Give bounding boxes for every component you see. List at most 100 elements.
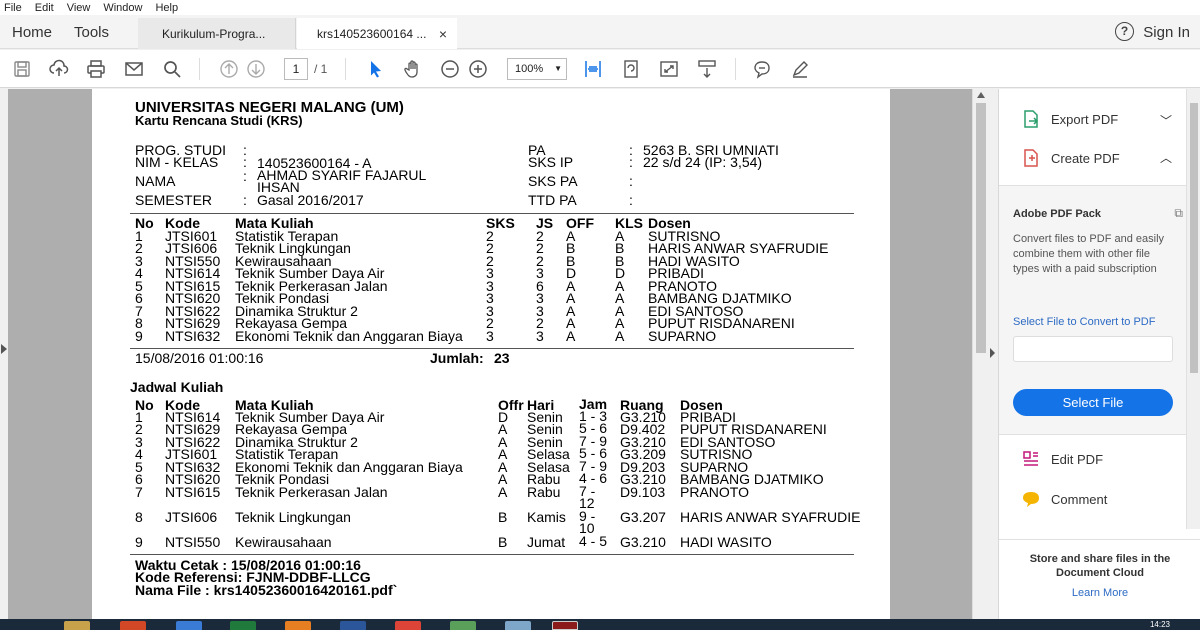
zoom-value: 100% [515,63,544,75]
info-value: Gasal 2016/2017 [257,192,364,208]
document-area: UNIVERSITAS NEGERI MALANG (UM) Kartu Ren… [0,89,988,619]
divider [130,554,854,555]
table-cell: NTSI550 [165,534,221,550]
export-pdf-icon [1024,110,1039,128]
pdf-page: UNIVERSITAS NEGERI MALANG (UM) Kartu Ren… [92,89,890,619]
table-cell: G3.210 [620,534,666,550]
table-cell: G3.207 [620,509,666,525]
right-panel-toggle-icon[interactable] [990,348,995,358]
app-icon[interactable] [176,621,202,630]
divider [130,213,854,214]
acrobat-icon[interactable] [552,621,578,630]
zoom-select[interactable]: 100% ▼ [507,58,567,80]
settings-icon[interactable]: ⧉ [1174,206,1183,221]
info-label: SEMESTER [135,192,213,208]
select-cursor-icon[interactable] [365,58,387,80]
next-page-icon[interactable] [245,58,267,80]
tab-krs[interactable]: krs140523600164 ... × [297,18,457,49]
scroll-thumb[interactable] [976,103,986,353]
fit-width-icon[interactable] [582,58,604,80]
scroll-thumb[interactable] [1190,103,1198,373]
previous-page-icon[interactable] [218,58,240,80]
word-icon[interactable] [340,621,366,630]
zoom-out-icon[interactable] [439,58,461,80]
print-icon[interactable] [85,58,107,80]
left-panel-toggle[interactable] [0,89,8,619]
comment-item[interactable]: Comment [1021,489,1107,509]
chevron-up-icon[interactable]: ︿ [1160,149,1172,166]
table-cell: 8 [135,509,143,525]
menu-file[interactable]: File [4,2,22,14]
pdf-pack-panel: Adobe PDF Pack ⧉ Convert files to PDF an… [999,185,1200,435]
highlight-pen-icon[interactable] [789,58,811,80]
powerpoint-icon[interactable] [120,621,146,630]
menu-window[interactable]: Window [103,2,142,14]
rotate-page-icon[interactable] [620,58,642,80]
export-pdf-item[interactable]: Export PDF [1021,109,1118,129]
table-cell: PRANOTO [680,484,749,500]
chevron-right-icon [1,344,7,354]
table-cell: D9.103 [620,484,666,500]
info-colon: : [629,154,633,170]
excel-icon[interactable] [230,621,256,630]
file-explorer-icon[interactable] [64,621,90,630]
table-cell: Teknik Perkerasan Jalan [235,484,388,500]
scroll-up-icon[interactable] [977,92,985,98]
info-colon: : [243,154,247,170]
table-cell: Kamis [527,509,566,525]
upload-cloud-icon[interactable] [48,58,70,80]
select-file-button[interactable]: Select File [1013,389,1173,416]
menu-bar: File Edit View Window Help [0,0,1200,15]
select-file-link[interactable]: Select File to Convert to PDF [1013,316,1155,328]
vertical-scrollbar[interactable] [972,89,988,619]
clock: 14:23 [1149,620,1170,629]
table-cell: 7 - 12 [579,483,596,511]
browser-icon[interactable] [285,621,311,630]
learn-more-link[interactable]: Learn More [999,587,1200,599]
menu-edit[interactable]: Edit [35,2,54,14]
full-screen-icon[interactable] [658,58,680,80]
chevron-down-icon: ▼ [554,64,562,73]
tab-kurikulum[interactable]: Kurikulum-Progra... [138,18,296,49]
hand-tool-icon[interactable] [402,58,424,80]
jumlah-value: 23 [494,350,510,366]
edit-pdf-icon [1023,451,1038,466]
close-tab-icon[interactable]: × [439,26,447,42]
timestamp: 15/08/2016 01:00:16 [135,350,264,366]
create-pdf-item[interactable]: Create PDF [1021,148,1120,168]
zoom-in-icon[interactable] [467,58,489,80]
info-label: SKS PA [528,173,578,189]
doc-subtitle: Kartu Rencana Studi (KRS) [135,113,303,128]
nav-tools[interactable]: Tools [74,24,109,41]
chevron-down-icon[interactable]: ﹀ [1160,112,1172,129]
menu-view[interactable]: View [67,2,91,14]
scroll-mode-icon[interactable] [696,58,718,80]
email-icon[interactable] [123,58,145,80]
search-icon[interactable] [161,58,183,80]
save-icon[interactable] [11,58,33,80]
nav-home[interactable]: Home [12,24,52,41]
table-cell: Jumat [527,534,566,550]
comment-icon[interactable] [751,58,773,80]
table-cell: Teknik Lingkungan [235,509,351,525]
info-label: NIM - KELAS [135,154,219,170]
help-icon[interactable]: ? [1115,22,1134,41]
edit-pdf-item[interactable]: Edit PDF [1021,449,1103,469]
sign-in-link[interactable]: Sign In [1143,24,1190,41]
page-number-input[interactable]: 1 [284,58,308,80]
chrome-icon[interactable] [395,621,421,630]
table-cell: 3 [486,328,494,344]
tools-pane-scrollbar[interactable] [1186,89,1200,529]
app-icon[interactable] [505,621,531,630]
table-cell: 4 - 5 [579,533,608,549]
table-cell: NTSI632 [165,328,221,344]
info-colon: : [243,168,247,184]
tab-label: krs140523600164 ... [317,26,427,41]
create-pdf-label: Create PDF [1051,150,1120,166]
app-icon[interactable] [450,621,476,630]
pack-title: Adobe PDF Pack [1013,208,1102,220]
menu-help[interactable]: Help [155,2,178,14]
file-input[interactable] [1013,336,1173,362]
table-cell: 7 [135,484,143,500]
table-cell: HARIS ANWAR SYAFRUDIE [680,509,861,525]
